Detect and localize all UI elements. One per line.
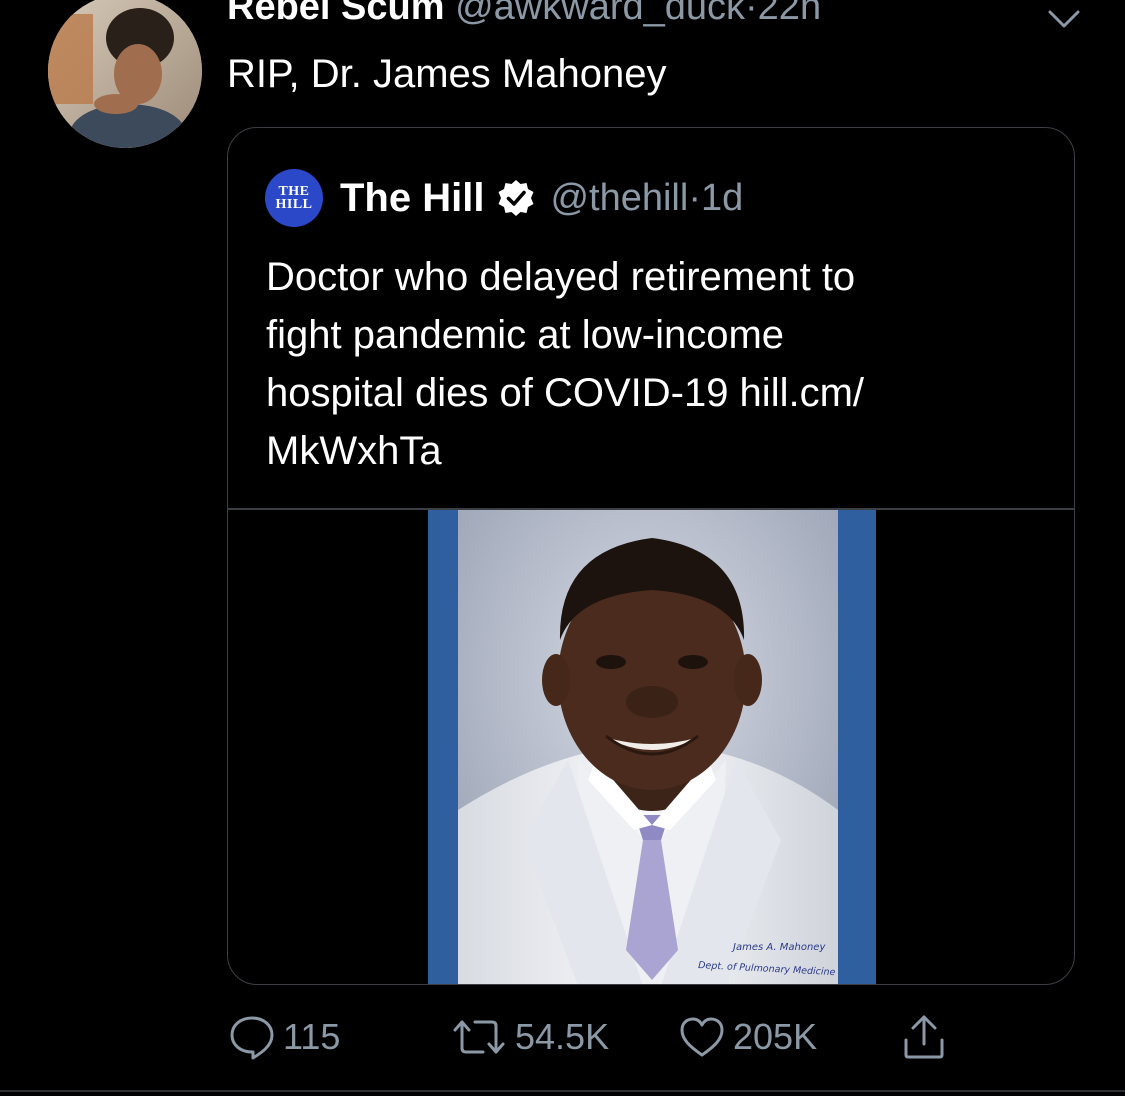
quoted-text-line: hospital dies of COVID-19 hill.cm/ <box>266 371 865 415</box>
tweet-text: RIP, Dr. James Mahoney <box>227 52 667 96</box>
quoted-author-handle[interactable]: @thehill <box>550 177 688 220</box>
quoted-author-name[interactable]: The Hill <box>340 176 484 221</box>
meta-separator: · <box>745 0 758 28</box>
tweet-actions: 115 54.5K 205K <box>227 1012 1075 1062</box>
doctor-photo[interactable]: James A. Mahoney Dept. of Pulmonary Medi… <box>428 510 876 984</box>
retweet-icon <box>453 1020 505 1054</box>
reply-icon <box>230 1016 274 1060</box>
verified-badge-icon <box>498 180 534 216</box>
quoted-meta-separator: · <box>688 176 701 219</box>
tweet-time[interactable]: 22h <box>758 0 821 28</box>
like-button[interactable]: 205K <box>677 1012 817 1062</box>
tweet-header: Rebel Scum @awkward_duck·22h <box>227 0 821 30</box>
author-handle[interactable]: @awkward_duck <box>455 0 745 28</box>
logo-line-2: HILL <box>275 197 313 212</box>
reply-button[interactable]: 115 <box>227 1012 340 1062</box>
the-hill-logo[interactable]: THE HILL <box>265 169 323 227</box>
heart-icon <box>680 1017 724 1057</box>
quoted-tweet-time[interactable]: 1d <box>701 177 743 220</box>
retweet-count: 54.5K <box>515 1016 610 1057</box>
badge-text-line-1: James A. Mahoney <box>731 942 826 953</box>
quoted-tweet[interactable]: THE HILL The Hill @thehill · 1d Doctor who… <box>227 127 1075 985</box>
share-button[interactable] <box>899 1012 949 1062</box>
tweet-bottom-divider <box>0 1090 1125 1092</box>
quoted-tweet-header: THE HILL The Hill @thehill · 1d <box>265 169 743 227</box>
quoted-text-line: MkWxhTa <box>266 429 442 473</box>
quoted-text-line: Doctor who delayed retirement to <box>266 255 856 299</box>
author-name[interactable]: Rebel Scum <box>227 0 445 28</box>
retweet-button[interactable]: 54.5K <box>449 1012 609 1062</box>
author-avatar[interactable] <box>48 0 202 148</box>
chevron-down-icon[interactable] <box>1044 4 1084 32</box>
doctor-portrait-image: James A. Mahoney Dept. of Pulmonary Medi… <box>428 510 876 984</box>
reply-count: 115 <box>283 1016 341 1057</box>
quoted-tweet-text: Doctor who delayed retirement to fight p… <box>266 248 1056 480</box>
like-count: 205K <box>733 1016 818 1057</box>
share-icon <box>904 1015 944 1059</box>
avatar-photo <box>48 0 202 148</box>
quoted-text-line: fight pandemic at low-income <box>266 313 785 357</box>
